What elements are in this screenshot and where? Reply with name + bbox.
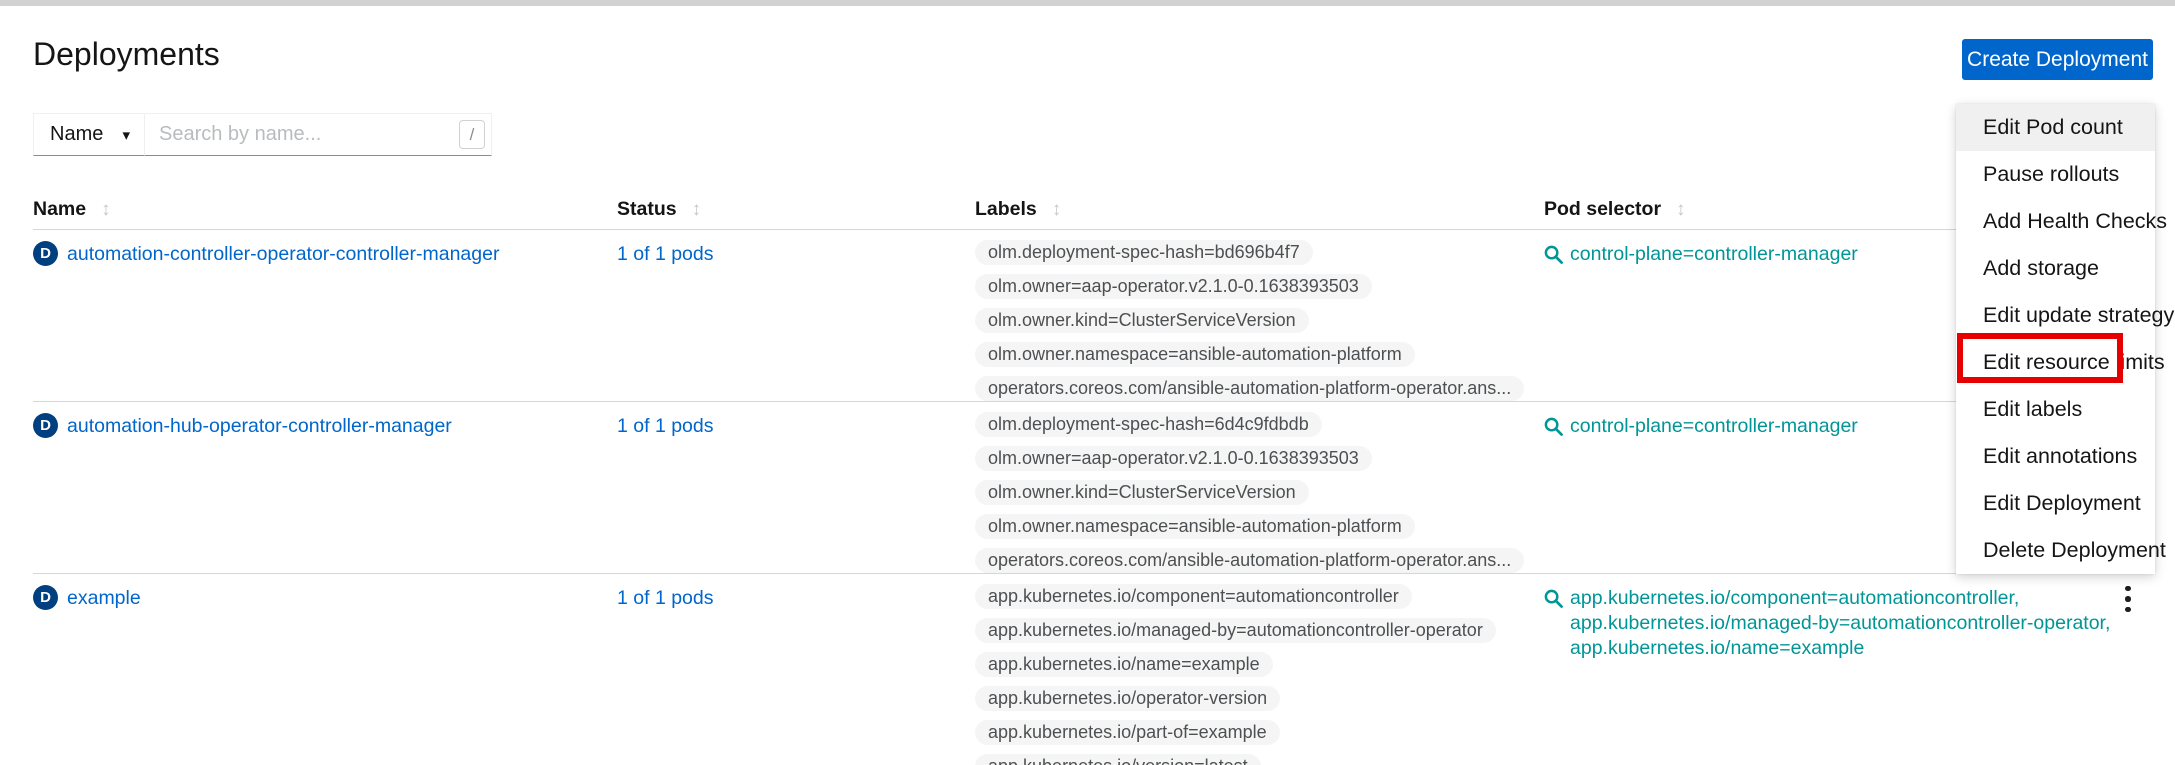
menu-item-edit-deployment[interactable]: Edit Deployment xyxy=(1956,480,2155,527)
search-input[interactable] xyxy=(144,113,492,156)
search-field-wrapper: / xyxy=(144,113,492,156)
menu-item-edit-update-strategy[interactable]: Edit update strategy xyxy=(1956,292,2155,339)
pods-status-link[interactable]: 1 of 1 pods xyxy=(617,415,714,437)
label-pill: app.kubernetes.io/version=latest xyxy=(975,754,1261,765)
name-cell: D automation-controller-operator-control… xyxy=(33,242,617,401)
label-pill: olm.owner.kind=ClusterServiceVersion xyxy=(975,308,1309,333)
label-pill: operators.coreos.com/ansible-automation-… xyxy=(975,548,1524,573)
deployment-name-link[interactable]: automation-hub-operator-controller-manag… xyxy=(67,414,452,438)
deployments-table: Name ↕ Status ↕ Labels ↕ Pod selector ↕ … xyxy=(33,190,2155,765)
label-pill: app.kubernetes.io/operator-version xyxy=(975,686,1280,711)
caret-down-icon: ▾ xyxy=(122,126,130,144)
column-header-status: Status ↕ xyxy=(617,198,975,221)
sort-icon[interactable]: ↕ xyxy=(1052,199,1062,221)
label-pill: olm.owner.namespace=ansible-automation-p… xyxy=(975,514,1415,539)
sort-icon[interactable]: ↕ xyxy=(1676,199,1686,221)
pods-status-link[interactable]: 1 of 1 pods xyxy=(617,587,714,609)
search-icon xyxy=(1544,417,1563,436)
menu-item-pause-rollouts[interactable]: Pause rollouts xyxy=(1956,151,2155,198)
sort-icon[interactable]: ↕ xyxy=(101,199,111,221)
pod-selector-link[interactable]: app.kubernetes.io/component=automationco… xyxy=(1570,586,2110,611)
kebab-menu-button[interactable] xyxy=(2119,581,2137,617)
create-deployment-button[interactable]: Create Deployment xyxy=(1962,39,2153,80)
column-header-labels: Labels ↕ xyxy=(975,198,1544,221)
pods-status-link[interactable]: 1 of 1 pods xyxy=(617,243,714,265)
label-pill: olm.deployment-spec-hash=6d4c9fdbdb xyxy=(975,412,1322,437)
status-cell: 1 of 1 pods xyxy=(617,586,975,765)
menu-item-delete-deployment[interactable]: Delete Deployment xyxy=(1956,527,2155,574)
deployments-page: Deployments Create Deployment Name ▾ / N… xyxy=(0,0,2175,765)
label-pill: operators.coreos.com/ansible-automation-… xyxy=(975,376,1524,401)
sort-icon[interactable]: ↕ xyxy=(692,199,702,221)
label-pill: olm.deployment-spec-hash=bd696b4f7 xyxy=(975,240,1313,265)
name-cell: D automation-hub-operator-controller-man… xyxy=(33,414,617,573)
menu-item-edit-pod-count[interactable]: Edit Pod count xyxy=(1956,104,2155,151)
table-row: D automation-controller-operator-control… xyxy=(33,230,2155,402)
label-pill: app.kubernetes.io/name=example xyxy=(975,652,1273,677)
status-cell: 1 of 1 pods xyxy=(617,242,975,401)
kebab-dot xyxy=(2125,586,2131,592)
label-pill: app.kubernetes.io/part-of=example xyxy=(975,720,1280,745)
labels-cell: app.kubernetes.io/component=automationco… xyxy=(975,584,1544,765)
pod-selector-link[interactable]: app.kubernetes.io/managed-by=automationc… xyxy=(1570,611,2110,636)
deployment-kind-badge: D xyxy=(33,241,58,266)
label-pill: olm.owner.kind=ClusterServiceVersion xyxy=(975,480,1309,505)
label-pill: olm.owner=aap-operator.v2.1.0-0.16383935… xyxy=(975,446,1372,471)
column-header-name: Name ↕ xyxy=(33,198,617,221)
table-header-row: Name ↕ Status ↕ Labels ↕ Pod selector ↕ xyxy=(33,190,2155,230)
kebab-dot xyxy=(2125,596,2131,602)
search-icon xyxy=(1544,589,1563,608)
menu-item-add-storage[interactable]: Add storage xyxy=(1956,245,2155,292)
name-cell: D example xyxy=(33,586,617,765)
label-pill: olm.owner.namespace=ansible-automation-p… xyxy=(975,342,1415,367)
pod-selector-link[interactable]: app.kubernetes.io/name=example xyxy=(1570,636,2110,661)
labels-cell: olm.deployment-spec-hash=bd696b4f7 olm.o… xyxy=(975,240,1544,401)
search-icon xyxy=(1544,245,1563,264)
top-divider xyxy=(0,0,2175,6)
menu-item-edit-resource-limits[interactable]: Edit resource limits xyxy=(1956,339,2155,386)
deployment-kind-badge: D xyxy=(33,585,58,610)
deployment-name-link[interactable]: example xyxy=(67,586,141,610)
pod-selector-cell: app.kubernetes.io/component=automationco… xyxy=(1544,586,2155,765)
label-pill: olm.owner=aap-operator.v2.1.0-0.16383935… xyxy=(975,274,1372,299)
table-row: D automation-hub-operator-controller-man… xyxy=(33,402,2155,574)
filter-type-label: Name xyxy=(50,123,103,146)
page-title: Deployments xyxy=(33,36,220,73)
slash-shortcut-hint: / xyxy=(459,120,485,149)
row-actions-menu: Edit Pod count Pause rollouts Add Health… xyxy=(1956,104,2155,574)
menu-item-edit-labels[interactable]: Edit labels xyxy=(1956,386,2155,433)
filter-type-dropdown[interactable]: Name ▾ xyxy=(33,113,145,156)
status-cell: 1 of 1 pods xyxy=(617,414,975,573)
menu-item-add-health-checks[interactable]: Add Health Checks xyxy=(1956,198,2155,245)
filter-toolbar: Name ▾ / xyxy=(33,113,492,156)
table-row: D example 1 of 1 pods app.kubernetes.io/… xyxy=(33,574,2155,765)
label-pill: app.kubernetes.io/component=automationco… xyxy=(975,584,1412,609)
deployment-kind-badge: D xyxy=(33,413,58,438)
deployment-name-link[interactable]: automation-controller-operator-controlle… xyxy=(67,242,499,266)
labels-cell: olm.deployment-spec-hash=6d4c9fdbdb olm.… xyxy=(975,412,1544,573)
label-pill: app.kubernetes.io/managed-by=automationc… xyxy=(975,618,1496,643)
pod-selector-link[interactable]: control-plane=controller-manager xyxy=(1570,414,1858,439)
pod-selector-link[interactable]: control-plane=controller-manager xyxy=(1570,242,1858,267)
kebab-dot xyxy=(2125,607,2131,613)
menu-item-edit-annotations[interactable]: Edit annotations xyxy=(1956,433,2155,480)
